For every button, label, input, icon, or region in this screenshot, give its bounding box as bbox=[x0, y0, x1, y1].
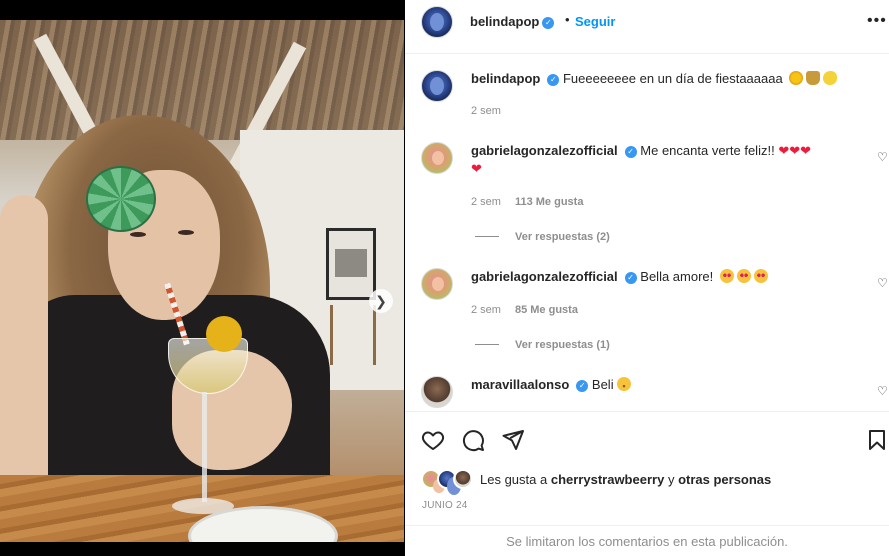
post-actions: Les gusta a cherrystrawbeerry y otras pe… bbox=[405, 411, 889, 556]
author-avatar[interactable] bbox=[421, 6, 453, 38]
comment-username[interactable]: maravillaalonso bbox=[471, 377, 569, 392]
heart-eyes-emoji-icon bbox=[719, 269, 734, 283]
comment-body: gabrielagonzalezofficial ✓ Bella amore! bbox=[471, 268, 768, 286]
heart-eyes-emoji-icon bbox=[736, 269, 751, 283]
comment-time[interactable]: 2 sem bbox=[471, 304, 501, 316]
heart-icon[interactable] bbox=[421, 428, 445, 452]
likes-others-link[interactable]: otras personas bbox=[678, 472, 771, 487]
caption-text: Fueeeeeeee en un día de fiestaaaaaa bbox=[562, 71, 783, 86]
photo-eye bbox=[130, 232, 146, 237]
view-replies-button[interactable]: Ver respuestas (1) bbox=[475, 339, 610, 351]
photo-easel bbox=[330, 305, 376, 365]
more-icon[interactable]: ••• bbox=[867, 12, 887, 30]
verified-icon: ✓ bbox=[576, 380, 589, 392]
lemon-emoji-icon bbox=[823, 71, 838, 85]
photo-paper-umbrella bbox=[86, 166, 156, 232]
bookmark-icon[interactable] bbox=[865, 428, 889, 452]
comment-body: gabrielagonzalezofficial ✓ Me encanta ver… bbox=[471, 142, 811, 178]
trophy-emoji-icon bbox=[806, 71, 821, 85]
caption-time[interactable]: 2 sem bbox=[471, 105, 501, 117]
post-header: belindapop ✓ • Seguir ••• bbox=[405, 0, 889, 54]
caption-username[interactable]: belindapop bbox=[471, 71, 540, 86]
likes-join: y bbox=[667, 472, 675, 487]
replies-line bbox=[475, 344, 499, 345]
comment-avatar[interactable] bbox=[421, 268, 453, 300]
comment-text: Beli bbox=[591, 377, 614, 392]
chevron-right-icon: ❯ bbox=[375, 292, 387, 309]
verified-icon: ✓ bbox=[624, 272, 637, 284]
comment-username[interactable]: gabrielagonzalezofficial bbox=[471, 143, 618, 158]
likes-username[interactable]: cherrystrawbeerry bbox=[551, 472, 664, 487]
comments-limited-notice: Se limitaron los comentarios en esta pub… bbox=[405, 525, 889, 556]
comment-likes[interactable]: 85 Me gusta bbox=[515, 304, 578, 316]
verified-icon: ✓ bbox=[624, 146, 637, 158]
comment-username[interactable]: gabrielagonzalezofficial bbox=[471, 269, 618, 284]
heart-eyes-emoji-icon bbox=[753, 269, 768, 283]
photo-eye bbox=[178, 230, 194, 235]
replies-line bbox=[475, 236, 499, 237]
comment-meta: 2 sem 113 Me gusta bbox=[471, 196, 583, 208]
heart-emoji-icon: ❤ bbox=[471, 161, 482, 176]
photo-frame bbox=[326, 228, 376, 300]
caption: belindapop ✓ Fueeeeeeee en un día de fies… bbox=[471, 70, 838, 88]
author-username[interactable]: belindapop ✓ bbox=[470, 14, 555, 29]
view-replies-button[interactable]: Ver respuestas (2) bbox=[475, 231, 610, 243]
comment-text: Me encanta verte feliz!! bbox=[640, 143, 775, 158]
verified-icon: ✓ bbox=[547, 74, 560, 86]
sun-emoji-icon bbox=[789, 71, 804, 85]
follow-button[interactable]: Seguir bbox=[575, 14, 615, 29]
comment-body: maravillaalonso ✓ Beli bbox=[471, 376, 631, 394]
heart-emoji-icon: ❤❤❤ bbox=[778, 143, 811, 158]
photo-fruit bbox=[206, 316, 242, 352]
comments-list[interactable]: belindapop ✓ Fueeeeeeee en un día de fies… bbox=[405, 55, 889, 411]
liker-avatar[interactable] bbox=[453, 469, 473, 489]
caption-avatar[interactable] bbox=[421, 70, 453, 102]
comment-text: Bella amore! bbox=[640, 269, 714, 284]
comment-time[interactable]: 2 sem bbox=[471, 196, 501, 208]
post-side-panel: belindapop ✓ • Seguir ••• belindapop ✓ Fue… bbox=[405, 0, 889, 556]
comment-avatar[interactable] bbox=[421, 142, 453, 174]
heart-icon[interactable]: ♡ bbox=[877, 276, 888, 290]
comment-icon[interactable] bbox=[461, 428, 485, 452]
heart-icon[interactable]: ♡ bbox=[877, 384, 888, 398]
comment-meta: 2 sem 85 Me gusta bbox=[471, 304, 578, 316]
comment-likes[interactable]: 113 Me gusta bbox=[515, 196, 583, 208]
next-photo-button[interactable]: ❯ bbox=[369, 289, 393, 313]
separator-dot: • bbox=[565, 12, 570, 27]
photo-glass-stem bbox=[202, 392, 207, 502]
comment-avatar[interactable] bbox=[421, 376, 453, 408]
blush-emoji-icon bbox=[616, 377, 631, 391]
verified-icon: ✓ bbox=[542, 17, 555, 29]
post-date[interactable]: JUNIO 24 bbox=[422, 500, 468, 511]
share-icon[interactable] bbox=[501, 428, 525, 452]
likes-prefix: Les gusta a bbox=[480, 472, 548, 487]
heart-icon[interactable]: ♡ bbox=[877, 150, 888, 164]
likes-summary: Les gusta a cherrystrawbeerry y otras pe… bbox=[480, 472, 771, 487]
post-photo[interactable]: ❯ bbox=[0, 20, 404, 542]
